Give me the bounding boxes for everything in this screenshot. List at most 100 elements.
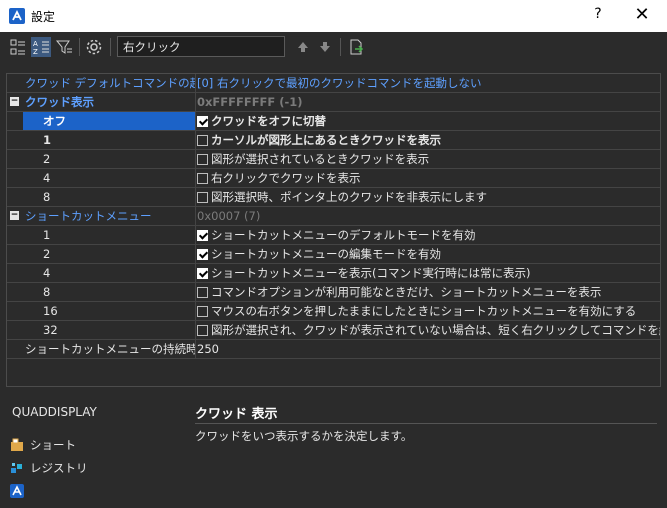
registry-link[interactable]: レジストリ [10, 460, 88, 476]
property-row[interactable]: 1 カーソルが図形上にあるときクワッドを表示 [7, 131, 660, 150]
close-button[interactable]: ✕ [630, 4, 654, 25]
property-value[interactable]: コマンドオプションが利用可能なときだけ、ショートカットメニューを表示 [197, 283, 660, 301]
checkbox[interactable] [197, 192, 208, 203]
checkbox[interactable] [197, 249, 208, 260]
property-value-text: マウスの右ボタンを押したままにしたときにショートカットメニューを有効にする [211, 304, 637, 318]
property-row[interactable]: 2 図形が選択されているときクワッドを表示 [7, 150, 660, 169]
search-input[interactable] [117, 36, 285, 57]
row-gutter [7, 302, 23, 320]
property-value: 0x0007 (7) [197, 207, 660, 225]
filter-icon[interactable] [54, 37, 74, 57]
property-name: 4 [23, 264, 196, 282]
property-value[interactable]: 図形が選択され、クワッドが表示されていない場合は、短く右クリックしてコマンドを繰… [197, 321, 660, 339]
property-grid: クワッド デフォルトコマンドの起動 [0] 右クリックで最初のクワッドコマンドを起… [6, 73, 661, 387]
property-value-text: 250 [197, 342, 219, 356]
property-value-text: クワッドをオフに切替 [211, 114, 326, 128]
registry-label: レジストリ [30, 461, 88, 475]
property-row[interactable]: 1 ショートカットメニューのデフォルトモードを有効 [7, 226, 660, 245]
property-row[interactable]: クワッド デフォルトコマンドの起動 [0] 右クリックで最初のクワッドコマンドを起… [7, 74, 660, 93]
alphabetical-view-icon[interactable]: AZ [31, 37, 51, 57]
property-row[interactable]: 4 ショートカットメニューを表示(コマンド実行時には常に表示) [7, 264, 660, 283]
property-value[interactable]: マウスの右ボタンを押したままにしたときにショートカットメニューを有効にする [197, 302, 660, 320]
property-value[interactable]: ショートカットメニューを表示(コマンド実行時には常に表示) [197, 264, 660, 282]
row-gutter [7, 169, 23, 187]
property-value[interactable]: 図形が選択されているときクワッドを表示 [197, 150, 660, 168]
row-gutter [7, 150, 23, 168]
property-value: 0xFFFFFFFF (-1) [197, 93, 660, 111]
property-name: 1 [23, 226, 196, 244]
property-row[interactable]: オフ クワッドをオフに切替 [7, 112, 660, 131]
property-value-text: ショートカットメニューの編集モードを有効 [211, 247, 441, 261]
property-name: クワッド表示 [23, 93, 196, 111]
property-name: ショートカットメニュー [23, 207, 196, 225]
variable-name: QUADDISPLAY [12, 405, 97, 419]
checkbox[interactable] [197, 173, 208, 184]
property-name: ショートカットメニューの持続時間 [25, 340, 196, 358]
help-button[interactable]: ? [588, 6, 608, 22]
row-gutter [7, 112, 23, 130]
property-value[interactable]: 図形選択時、ポインタ上のクワッドを非表示にします [197, 188, 660, 206]
arrow-up-icon[interactable] [293, 37, 313, 57]
shortcut-label: ショート [30, 438, 76, 452]
checkbox[interactable] [197, 135, 208, 146]
checkbox[interactable] [197, 325, 208, 336]
arrow-down-icon[interactable] [315, 37, 335, 57]
property-value[interactable]: 右クリックでクワッドを表示 [197, 169, 660, 187]
gear-icon[interactable] [84, 37, 104, 57]
property-name: 4 [23, 169, 196, 187]
row-gutter [7, 340, 23, 358]
property-value-text: 図形が選択されているときクワッドを表示 [211, 152, 430, 166]
title-bar: 設定 ? ✕ [0, 0, 667, 32]
app-link[interactable] [10, 483, 30, 499]
property-name: クワッド デフォルトコマンドの起動 [25, 74, 196, 92]
checkbox[interactable] [197, 230, 208, 241]
export-icon[interactable] [346, 37, 366, 57]
property-name: オフ [23, 112, 196, 130]
property-value[interactable]: カーソルが図形上にあるときクワッドを表示 [197, 131, 660, 149]
categorized-view-icon[interactable] [8, 37, 28, 57]
checkbox[interactable] [197, 116, 208, 127]
toolbar: AZ [0, 32, 667, 62]
description-text: クワッドをいつ表示するかを決定します。 [195, 429, 413, 443]
row-gutter: − [7, 207, 23, 225]
toolbar-separator [79, 38, 80, 56]
checkbox[interactable] [197, 154, 208, 165]
property-name: 1 [23, 131, 196, 149]
checkbox[interactable] [197, 268, 208, 279]
row-gutter: − [7, 93, 23, 111]
row-gutter [7, 188, 23, 206]
row-gutter [7, 226, 23, 244]
property-row[interactable]: 4 右クリックでクワッドを表示 [7, 169, 660, 188]
property-group-row[interactable]: − クワッド表示 0xFFFFFFFF (-1) [7, 93, 660, 112]
checkbox[interactable] [197, 306, 208, 317]
property-value: [0] 右クリックで最初のクワッドコマンドを起動しない [197, 74, 660, 92]
row-gutter [7, 283, 23, 301]
row-gutter [7, 264, 23, 282]
row-gutter [7, 245, 23, 263]
property-row[interactable]: 32 図形が選択され、クワッドが表示されていない場合は、短く右クリックしてコマンド… [7, 321, 660, 340]
description-title: クワッド 表示 [195, 407, 278, 422]
divider [195, 423, 657, 424]
property-value[interactable]: ショートカットメニューの編集モードを有効 [197, 245, 660, 263]
property-name: 16 [23, 302, 196, 320]
property-value-text: 0xFFFFFFFF (-1) [197, 95, 303, 109]
property-value[interactable]: クワッドをオフに切替 [197, 112, 660, 130]
checkbox[interactable] [197, 287, 208, 298]
registry-icon [10, 461, 24, 475]
property-row[interactable]: 8 コマンドオプションが利用可能なときだけ、ショートカットメニューを表示 [7, 283, 660, 302]
property-group-row[interactable]: − ショートカットメニュー 0x0007 (7) [7, 207, 660, 226]
property-value-text: ショートカットメニューを表示(コマンド実行時には常に表示) [211, 266, 531, 280]
property-row[interactable]: ショートカットメニューの持続時間 250 [7, 340, 660, 359]
property-row[interactable]: 16 マウスの右ボタンを押したままにしたときにショートカットメニューを有効にする [7, 302, 660, 321]
property-row[interactable]: 2 ショートカットメニューの編集モードを有効 [7, 245, 660, 264]
window-title: 設定 [31, 10, 56, 24]
property-value[interactable]: ショートカットメニューのデフォルトモードを有効 [197, 226, 660, 244]
property-row[interactable]: 8 図形選択時、ポインタ上のクワッドを非表示にします [7, 188, 660, 207]
property-value-text: 右クリックでクワッドを表示 [211, 171, 361, 185]
collapse-icon[interactable]: − [10, 211, 19, 220]
collapse-icon[interactable]: − [10, 97, 19, 106]
property-value-text: 0x0007 (7) [197, 209, 261, 223]
property-value: 250 [197, 340, 660, 358]
row-gutter [7, 321, 23, 339]
shortcut-link[interactable]: ショート [10, 437, 76, 453]
